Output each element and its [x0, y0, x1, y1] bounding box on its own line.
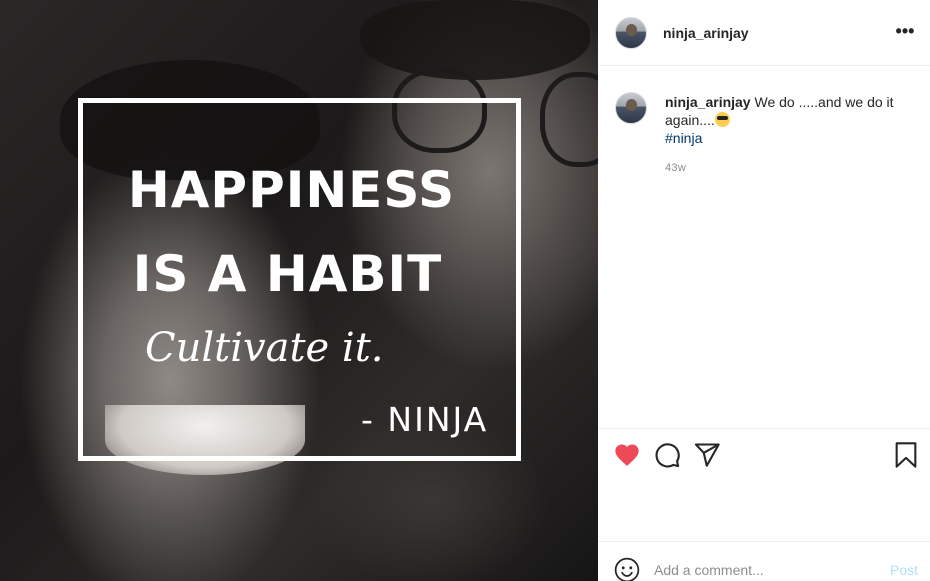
paper-plane-icon — [694, 443, 720, 467]
post-comment-button[interactable]: Post — [890, 562, 918, 578]
share-button[interactable] — [693, 441, 721, 469]
caption-text-block: ninja_arinjay We do .....and we do it ag… — [665, 93, 915, 147]
heart-filled-icon — [615, 444, 639, 466]
comment-button[interactable] — [653, 441, 681, 469]
save-button[interactable] — [892, 441, 920, 469]
sunglasses-emoji-icon — [714, 112, 730, 127]
avatar[interactable] — [615, 17, 647, 49]
caption-avatar[interactable] — [615, 92, 647, 124]
quote-signature: - NINJA — [361, 400, 489, 439]
more-options-icon[interactable]: ••• — [894, 22, 916, 44]
action-bar — [598, 428, 930, 541]
like-button[interactable] — [613, 441, 641, 469]
quote-line-1: HAPPINESS — [127, 161, 456, 219]
bookmark-icon — [895, 442, 917, 468]
quote-line-2: IS A HABIT — [132, 245, 443, 303]
hashtag-link[interactable]: #ninja — [665, 129, 915, 147]
post-header: ninja_arinjay ••• — [598, 0, 930, 66]
photo-glasses-right — [540, 72, 598, 167]
caption-username[interactable]: ninja_arinjay — [665, 94, 751, 110]
quote-line-3: Cultivate it. — [145, 325, 384, 371]
post-side-panel: ninja_arinjay ••• ninja_arinjay We do ..… — [598, 0, 930, 581]
comment-input[interactable] — [654, 559, 874, 581]
speech-bubble-icon — [655, 443, 680, 468]
post-timestamp[interactable]: 43w — [665, 162, 686, 174]
comment-bar: Post — [598, 541, 930, 581]
header-username[interactable]: ninja_arinjay — [663, 25, 749, 41]
emoji-picker-icon[interactable] — [614, 557, 640, 581]
post-image[interactable]: HAPPINESS IS A HABIT Cultivate it. - NIN… — [0, 0, 598, 581]
photo-hair-shape — [360, 0, 590, 80]
quote-frame: HAPPINESS IS A HABIT Cultivate it. - NIN… — [78, 98, 521, 461]
